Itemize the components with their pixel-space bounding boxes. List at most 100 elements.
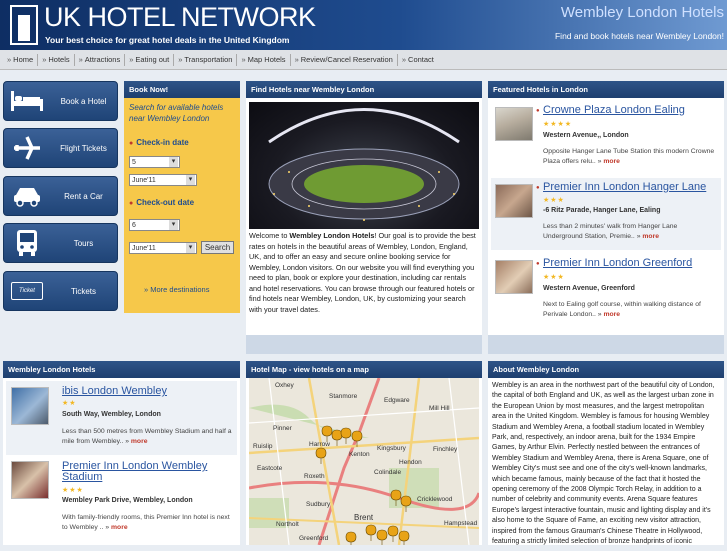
star-rating: ★★★	[543, 197, 565, 204]
about-title: About Wembley London	[488, 361, 724, 378]
welcome-text: Welcome to Wembley London Hotels! Our go…	[249, 231, 476, 314]
hotel-thumbnail[interactable]	[495, 184, 533, 218]
hotel-name-link[interactable]: Premier Inn London Wembley Stadium	[62, 461, 222, 483]
star-rating: ★★★	[543, 274, 565, 281]
map-place-label: Hendon	[399, 459, 422, 466]
map-place-label: Ruislip	[253, 443, 273, 450]
hotel-name-link[interactable]: Crowne Plaza London Ealing	[536, 104, 685, 116]
map-place-label: Harrow	[309, 441, 330, 448]
bus-icon	[4, 224, 50, 262]
find-hotels-title: Find Hotels near Wembley London	[246, 81, 482, 98]
about-panel: About Wembley London Wembley is an area …	[488, 361, 724, 545]
checkout-day-select[interactable]: 6	[129, 219, 180, 231]
checkin-label: Check-in date	[124, 138, 240, 147]
more-link[interactable]: more	[111, 524, 128, 531]
hotel-list-item: ibis London Wembley ★★ South Way, Wemble…	[6, 381, 237, 455]
about-text: Wembley is an area in the northwest part…	[492, 382, 715, 546]
checkout-month-select[interactable]: June'11	[129, 242, 197, 254]
page-title: Wembley London Hotels	[560, 4, 724, 21]
map-place-label: Finchley	[433, 446, 458, 453]
wembley-stadium-image	[249, 102, 479, 229]
hotel-address: -6 Ritz Parade, Hanger Lane, Ealing	[543, 207, 661, 214]
map-place-label: Oxhey	[275, 382, 295, 389]
tickets-button[interactable]: Ticket Tickets	[3, 271, 118, 311]
search-button[interactable]: Search	[201, 241, 234, 254]
hotel-map[interactable]: Oxhey Stanmore Edgware Mill Hill Pinner …	[249, 378, 479, 545]
featured-hotels-title: Featured Hotels in London	[488, 81, 724, 98]
welcome-site-name: Wembley London Hotels	[289, 231, 375, 240]
book-hotel-button[interactable]: Book a Hotel	[3, 81, 118, 121]
hotel-description: Next to Ealing golf course, within walki…	[543, 301, 701, 318]
nav-review-cancel[interactable]: Review/Cancel Reservation	[291, 55, 397, 64]
hotel-name-link[interactable]: Premier Inn London Hanger Lane	[536, 181, 706, 193]
more-link[interactable]: more	[131, 438, 148, 445]
nav-contact[interactable]: Contact	[398, 55, 438, 64]
booking-intro: Search for available hotels near Wembley…	[129, 103, 224, 123]
site-tagline: Your best choice for great hotel deals i…	[45, 35, 290, 45]
airplane-icon	[4, 129, 50, 167]
nav-transportation[interactable]: Transportation	[174, 55, 236, 64]
checkin-month-select[interactable]: June'11	[129, 174, 197, 186]
building-icon	[10, 5, 38, 45]
hotel-list-item: Premier Inn London Wembley Stadium ★★★ W…	[6, 457, 237, 543]
map-place-label: Edgware	[384, 397, 410, 404]
flight-tickets-button[interactable]: Flight Tickets	[3, 128, 118, 168]
map-place-label: Mill Hill	[429, 405, 450, 412]
featured-hotel-item: Crowne Plaza London Ealing ★★★★ Western …	[491, 101, 721, 176]
nav-home[interactable]: Home	[3, 55, 37, 64]
nav-attractions[interactable]: Attractions	[75, 55, 125, 64]
ticket-icon: Ticket	[4, 272, 50, 310]
booking-panel: Book Now! Search for available hotels ne…	[124, 81, 240, 313]
hotel-address: Wembley Park Drive, Wembley, London	[62, 497, 193, 504]
nav-map-hotels[interactable]: Map Hotels	[237, 55, 289, 64]
hotel-description: Less than 2 minutes' walk from Hanger La…	[543, 223, 678, 240]
tours-label: Tours	[73, 238, 94, 248]
map-place-label: Greenford	[299, 535, 329, 542]
hotel-name-link[interactable]: Premier Inn London Greenford	[536, 257, 692, 269]
site-logo-text[interactable]: UK HOTEL NETWORK	[44, 2, 316, 33]
car-icon	[4, 177, 50, 215]
more-destinations-link[interactable]: More destinations	[144, 285, 209, 294]
page-subtitle: Find and book hotels near Wembley London…	[554, 31, 724, 41]
hotel-thumbnail[interactable]	[495, 260, 533, 294]
star-rating: ★★	[62, 400, 77, 407]
tickets-label: Tickets	[70, 286, 97, 296]
more-link[interactable]: more	[642, 233, 659, 240]
map-place-label: Cricklewood	[417, 496, 453, 503]
booking-panel-title: Book Now!	[124, 81, 240, 98]
map-place-label: Pinner	[273, 425, 293, 432]
nav-hotels[interactable]: Hotels	[38, 55, 73, 64]
flight-tickets-label: Flight Tickets	[60, 143, 107, 153]
hotel-description: Opposite Hanger Lane Tube Station this m…	[543, 148, 715, 165]
hotel-address: South Way, Wembley, London	[62, 411, 161, 418]
more-link[interactable]: more	[603, 311, 620, 318]
rent-car-button[interactable]: Rent a Car	[3, 176, 118, 216]
map-place-label: Kenton	[349, 451, 370, 458]
hotel-description: With family-friendly rooms, this Premier…	[62, 514, 230, 531]
hotel-address: Western Avenue, Greenford	[543, 285, 635, 292]
map-place-label: Sudbury	[306, 501, 331, 508]
hotel-thumbnail[interactable]	[11, 461, 49, 499]
featured-panel-footer	[488, 335, 724, 354]
map-place-label: Northolt	[276, 521, 299, 528]
map-place-label: Brent	[354, 513, 374, 522]
nav-eating-out[interactable]: Eating out	[125, 55, 173, 64]
more-link[interactable]: more	[603, 158, 620, 165]
hotel-address: Western Avenue,, London	[543, 132, 629, 139]
map-place-label: Roxeth	[304, 473, 325, 480]
hotel-thumbnail[interactable]	[495, 107, 533, 141]
hotel-thumbnail[interactable]	[11, 387, 49, 425]
book-hotel-label: Book a Hotel	[60, 96, 107, 106]
star-rating: ★★★	[62, 487, 84, 494]
hotel-description: Less than 500 metres from Wembley Stadiu…	[62, 428, 232, 445]
main-nav: Home Hotels Attractions Eating out Trans…	[0, 50, 727, 70]
hotel-name-link[interactable]: ibis London Wembley	[62, 386, 167, 397]
wembley-hotels-panel: Wembley London Hotels ibis London Wemble…	[3, 361, 240, 545]
map-place-label: Stanmore	[329, 393, 358, 400]
checkin-day-select[interactable]: 5	[129, 156, 180, 168]
rent-car-label: Rent a Car	[64, 191, 103, 201]
star-rating: ★★★★	[543, 121, 573, 128]
featured-hotels-panel: Featured Hotels in London Crowne Plaza L…	[488, 81, 724, 354]
bed-icon	[4, 82, 50, 120]
tours-button[interactable]: Tours	[3, 223, 118, 263]
